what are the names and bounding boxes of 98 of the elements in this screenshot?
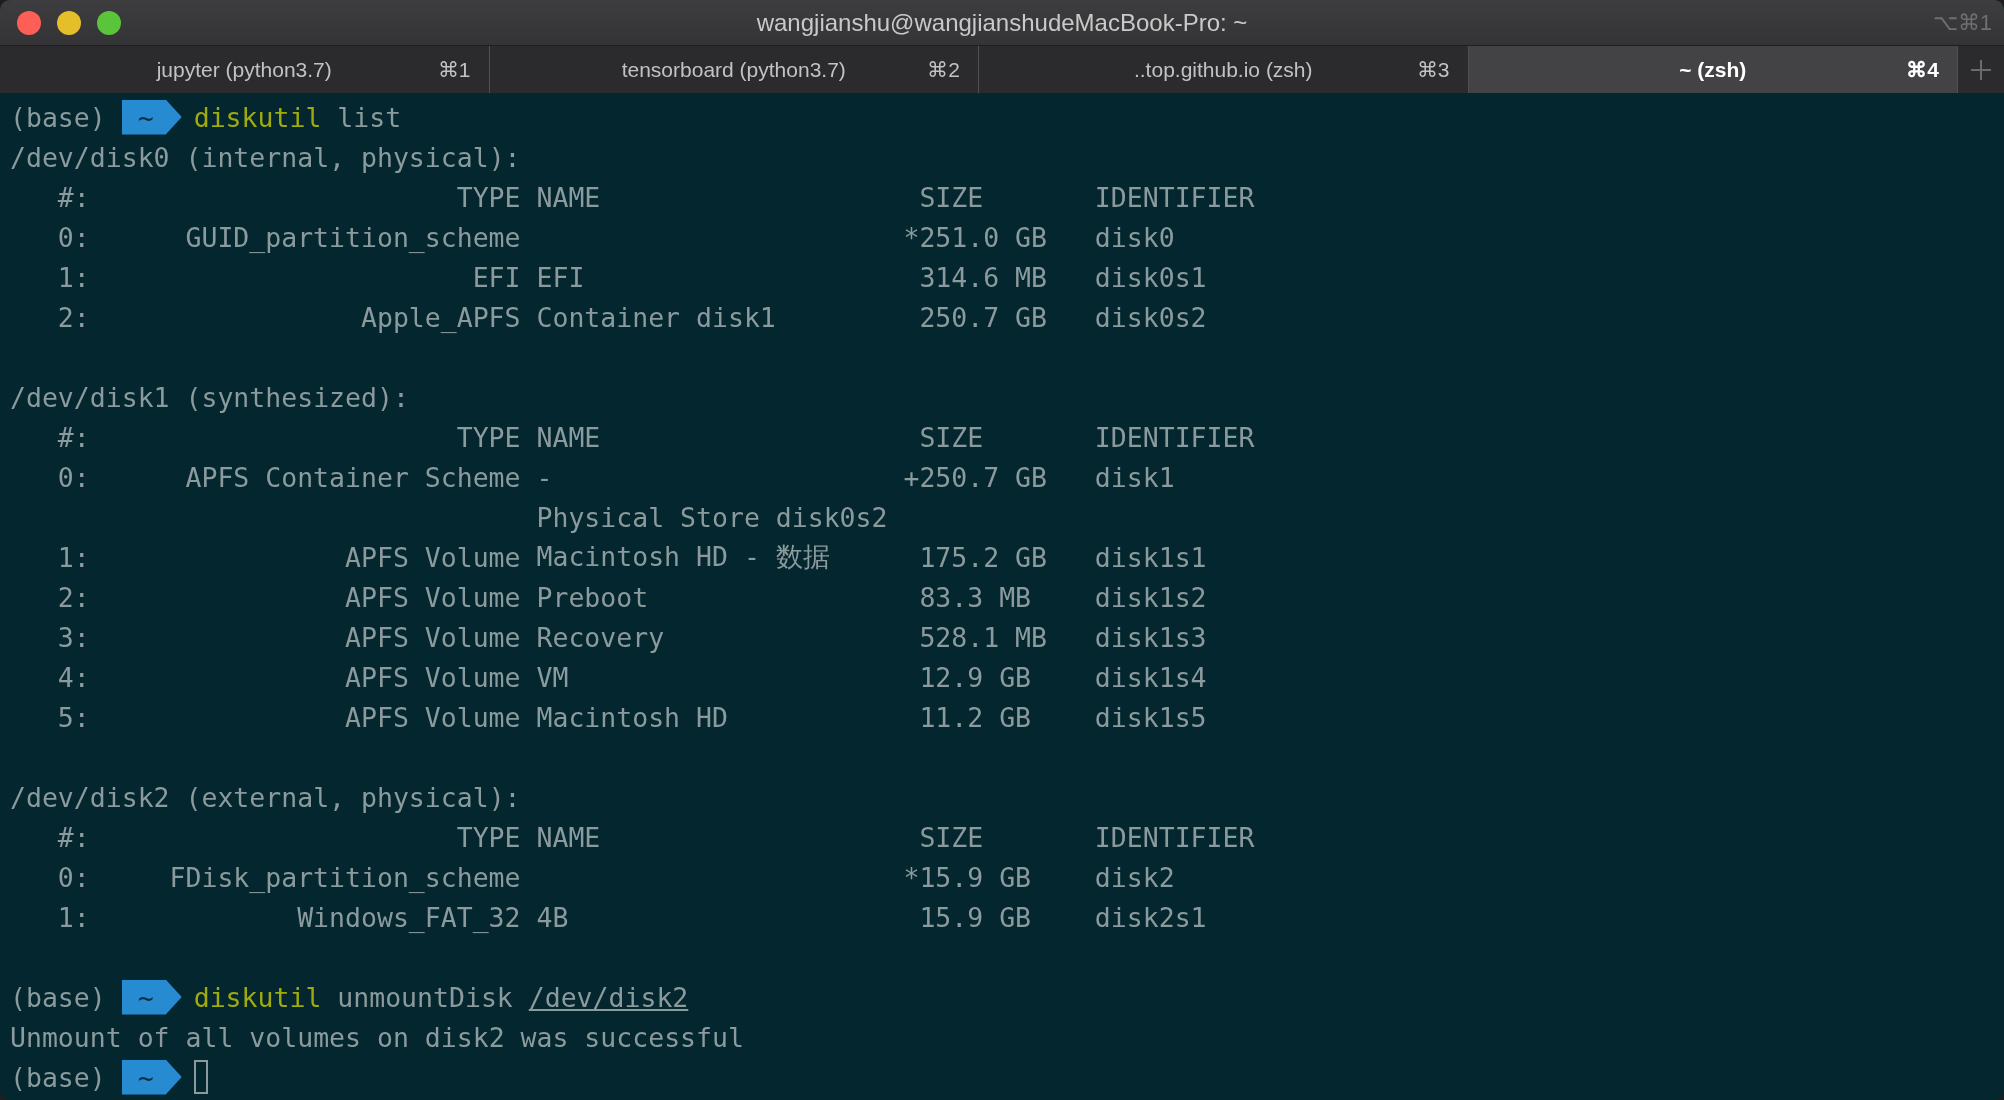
table-cell-text: SIZE	[919, 421, 985, 453]
table-cell: disk2s1	[1094, 901, 1207, 933]
shortcut-hint: ⌘4	[1906, 57, 1939, 82]
table-cell-text: 5:	[56, 701, 90, 733]
table-cell-text: TYPE	[455, 821, 521, 853]
table-cell: disk1	[1094, 461, 1175, 493]
table-cell: *	[903, 221, 920, 253]
command-name: diskutil	[193, 981, 322, 1013]
shortcut-hint: ⌘2	[927, 57, 960, 82]
close-button[interactable]	[17, 10, 41, 35]
table-cell-text: Windows_FAT_32	[296, 901, 521, 933]
table-cell-text: SIZE	[919, 181, 985, 213]
table-cell-text: #:	[56, 821, 90, 853]
table-cell-text: Physical Store disk0s2	[536, 501, 889, 533]
table-cell-text: 0:	[56, 461, 90, 493]
table-cell-text: 15.9 GB	[919, 861, 1033, 893]
table-cell: +	[903, 461, 920, 493]
table-cell-text: NAME	[536, 181, 602, 213]
table-cell-text: 250.7 GB	[919, 301, 1048, 333]
table-cell-text: 251.0 GB	[919, 221, 1048, 253]
table-cell-text: APFS Volume	[344, 581, 521, 613]
table-cell: disk0s1	[1094, 261, 1207, 293]
table-cell: IDENTIFIER	[1094, 421, 1255, 453]
plus-icon	[1970, 58, 1992, 81]
prompt-env: (base)	[10, 981, 106, 1013]
command-argument: unmountDisk	[337, 981, 513, 1013]
table-cell: IDENTIFIER	[1094, 821, 1255, 853]
table-cell-text: APFS Volume	[344, 541, 521, 573]
table-cell-text: Macintosh HD - 数据	[536, 540, 831, 574]
output-text: /dev/disk0 (internal, physical):	[10, 141, 521, 173]
table-cell-text: 83.3 MB	[919, 581, 1033, 613]
table-cell-text: 0:	[56, 861, 90, 893]
shortcut-hint: ⌘1	[437, 57, 471, 82]
terminal-tab[interactable]: ~ (zsh) ⌘4	[1468, 46, 1958, 93]
table-cell-text: Preboot	[536, 581, 650, 613]
table-cell: disk1s2	[1094, 581, 1207, 613]
table-cell-text: 250.7 GB	[919, 461, 1048, 493]
table-cell: *	[903, 861, 920, 893]
table-cell: disk0	[1094, 221, 1175, 253]
table-cell-text: EFI	[536, 261, 586, 293]
table-cell-text: 3:	[56, 621, 90, 653]
table-cell: disk1s1	[1094, 541, 1207, 573]
table-cell-text: TYPE	[455, 421, 521, 453]
table-cell-text: 11.2 GB	[919, 701, 1033, 733]
table-cell-text: 2:	[56, 581, 90, 613]
prompt-env: (base)	[10, 1061, 106, 1093]
table-cell-text: APFS Volume	[344, 661, 521, 693]
table-cell-text: Macintosh HD	[536, 701, 729, 733]
table-cell-text: APFS Container Scheme	[184, 461, 521, 493]
table-cell-text: 314.6 MB	[919, 261, 1048, 293]
minimize-button[interactable]	[57, 10, 81, 35]
table-cell-text: 4B	[536, 901, 570, 933]
directory-badge: ~	[121, 1059, 182, 1095]
table-cell-text: 528.1 MB	[919, 621, 1048, 653]
table-cell-text: Container disk1	[536, 301, 777, 333]
table-cell: disk1s5	[1094, 701, 1207, 733]
table-cell: disk1s3	[1094, 621, 1207, 653]
table-cell-text: GUID_partition_scheme	[184, 221, 521, 253]
zoom-button[interactable]	[97, 10, 121, 35]
table-cell: disk0s2	[1094, 301, 1207, 333]
table-cell-text: 15.9 GB	[919, 901, 1033, 933]
shortcut-hint: ⌘3	[1416, 57, 1450, 82]
output-text: /dev/disk2 (external, physical):	[10, 781, 521, 813]
table-cell: IDENTIFIER	[1094, 181, 1255, 213]
table-cell: disk2	[1094, 861, 1175, 893]
table-cell-text: SIZE	[919, 821, 985, 853]
table-cell-text: TYPE	[455, 181, 521, 213]
table-cell-text: 1:	[56, 261, 90, 293]
table-cell-text: NAME	[536, 421, 602, 453]
table-cell-text: APFS Volume	[344, 701, 521, 733]
output-text: /dev/disk1 (synthesized):	[10, 381, 409, 413]
table-cell-text: FDisk_partition_scheme	[168, 861, 521, 893]
table-cell-text: #:	[56, 181, 90, 213]
command-argument: /dev/disk2	[528, 981, 689, 1013]
prompt-env: (base)	[10, 101, 106, 133]
table-cell-text: 1:	[56, 541, 90, 573]
table-cell-text: -	[536, 461, 554, 493]
window-shortcut: ⌥⌘1	[1932, 9, 1992, 36]
table-cell: disk1s4	[1094, 661, 1207, 693]
directory-badge: ~	[121, 99, 182, 135]
output-text: Unmount of all volumes on disk2 was successful	[10, 1021, 744, 1053]
directory-badge: ~	[121, 979, 182, 1015]
table-cell-text: Recovery	[536, 621, 666, 653]
command-argument: list	[337, 101, 402, 133]
table-cell-text: 2:	[56, 301, 90, 333]
table-cell-text: 12.9 GB	[919, 661, 1033, 693]
table-cell-text: 1:	[56, 901, 90, 933]
table-cell-text: 0:	[56, 221, 90, 253]
table-cell-text: EFI	[471, 261, 521, 293]
command-name: diskutil	[193, 101, 322, 133]
table-cell-text: APFS Volume	[344, 621, 521, 653]
window-title: wangjianshu@wangjianshudeMacBook-Pro: ~	[756, 8, 1248, 36]
table-cell-text: 175.2 GB	[919, 541, 1048, 573]
table-cell-text: Apple_APFS	[360, 301, 521, 333]
table-cell-text: 4:	[56, 661, 90, 693]
table-cell-text: #:	[56, 421, 90, 453]
table-cell-text: VM	[536, 661, 570, 693]
table-cell-text: NAME	[536, 821, 602, 853]
